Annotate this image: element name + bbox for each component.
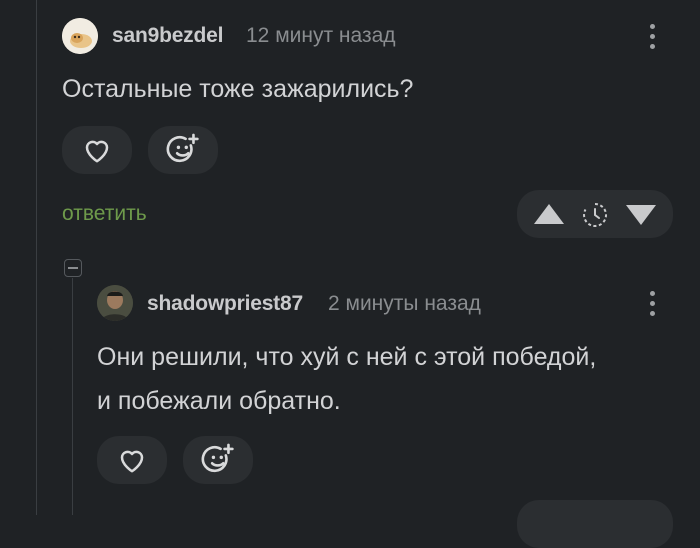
- collapse-thread-button[interactable]: [64, 259, 82, 277]
- comment-text: Остальные тоже зажарились?: [62, 75, 414, 103]
- thread-line-inner[interactable]: [72, 278, 73, 515]
- heart-icon: [85, 140, 109, 163]
- comment-text-line: Они решили, что хуй с ней с этой победой…: [97, 343, 597, 371]
- upvote-icon[interactable]: [533, 203, 565, 225]
- timestamp: 2 минуты назад: [328, 292, 481, 315]
- cat-avatar-icon: [62, 18, 98, 54]
- smiley-add-icon: [201, 443, 234, 473]
- dot-icon: [649, 24, 655, 29]
- clock-icon[interactable]: [581, 201, 609, 229]
- avatar[interactable]: [62, 18, 98, 54]
- vote-box: [517, 190, 673, 238]
- like-button[interactable]: [62, 126, 132, 174]
- dot-icon: [649, 301, 655, 306]
- smiley-add-icon: [166, 133, 199, 163]
- more-menu-button[interactable]: [648, 291, 656, 316]
- dot-icon: [649, 291, 655, 296]
- downvote-icon[interactable]: [625, 204, 657, 226]
- thread-line-outer: [36, 0, 37, 515]
- dot-icon: [649, 311, 655, 316]
- dot-icon: [649, 34, 655, 39]
- person-avatar-icon: [97, 285, 133, 321]
- more-menu-button[interactable]: [648, 24, 656, 49]
- dot-icon: [649, 44, 655, 49]
- add-reaction-button[interactable]: [183, 436, 253, 484]
- add-reaction-button[interactable]: [148, 126, 218, 174]
- heart-icon: [120, 450, 144, 473]
- vote-box: [517, 500, 673, 548]
- like-button[interactable]: [97, 436, 167, 484]
- username[interactable]: shadowpriest87: [147, 292, 303, 316]
- username[interactable]: san9bezdel: [112, 24, 223, 48]
- avatar[interactable]: [97, 285, 133, 321]
- reply-link[interactable]: ответить: [62, 202, 147, 226]
- comment-text-line: и побежали обратно.: [97, 387, 341, 415]
- timestamp: 12 минут назад: [246, 24, 396, 47]
